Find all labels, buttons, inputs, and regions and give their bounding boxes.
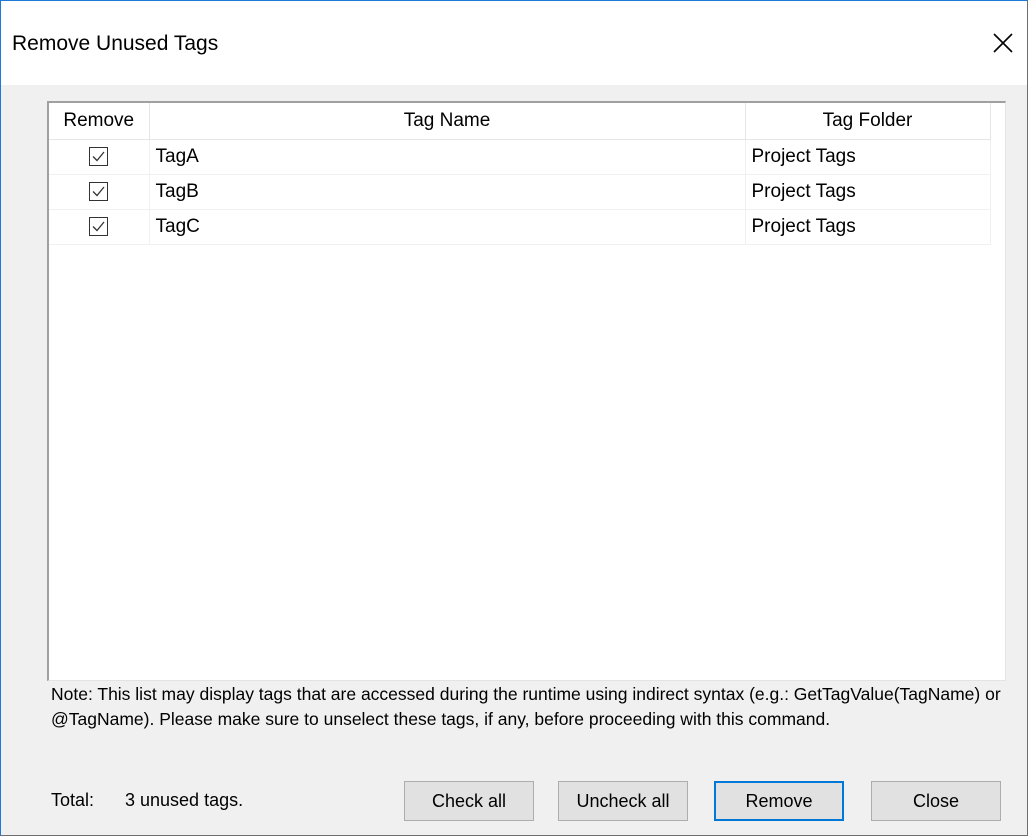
remove-checkbox[interactable] (89, 217, 109, 237)
indirect-syntax-note: Note: This list may display tags that ar… (51, 684, 1001, 729)
title-bar[interactable]: Remove Unused Tags (1, 1, 1027, 85)
remove-unused-tags-dialog: Remove Unused Tags Remove Tag Name Tag F… (0, 0, 1028, 836)
remove-button[interactable]: Remove (714, 781, 844, 821)
checkmark-icon (92, 152, 105, 162)
tag-folder-cell: Project Tags (745, 139, 991, 175)
column-header-tag-folder[interactable]: Tag Folder (745, 103, 991, 140)
remove-cell (49, 139, 150, 175)
unused-tags-list[interactable]: Remove Tag Name Tag Folder TagA Project … (47, 101, 1006, 681)
close-window-button[interactable] (983, 27, 1023, 63)
table-header-row: Remove Tag Name Tag Folder (49, 103, 991, 140)
uncheck-all-button[interactable]: Uncheck all (558, 781, 688, 821)
check-all-button[interactable]: Check all (404, 781, 534, 821)
remove-checkbox[interactable] (89, 182, 109, 202)
table-row[interactable]: TagA Project Tags (49, 139, 991, 175)
table-row[interactable]: TagB Project Tags (49, 174, 991, 210)
dialog-title: Remove Unused Tags (12, 32, 219, 55)
tag-name-cell: TagA (149, 139, 746, 175)
tag-name-cell: TagB (149, 174, 746, 210)
remove-checkbox[interactable] (89, 147, 109, 167)
remove-cell (49, 209, 150, 245)
total-count: 3 unused tags. (125, 790, 244, 810)
remove-cell (49, 174, 150, 210)
tags-table: Remove Tag Name Tag Folder TagA Project … (49, 103, 991, 245)
table-row[interactable]: TagC Project Tags (49, 209, 991, 245)
checkmark-icon (92, 222, 105, 232)
checkmark-icon (92, 187, 105, 197)
close-button[interactable]: Close (871, 781, 1001, 821)
tag-folder-cell: Project Tags (745, 174, 991, 210)
tag-name-cell: TagC (149, 209, 746, 245)
column-header-tag-name[interactable]: Tag Name (149, 103, 746, 140)
close-icon (993, 32, 1013, 58)
total-label: Total: (51, 790, 95, 810)
tag-folder-cell: Project Tags (745, 209, 991, 245)
column-header-remove[interactable]: Remove (49, 103, 150, 140)
